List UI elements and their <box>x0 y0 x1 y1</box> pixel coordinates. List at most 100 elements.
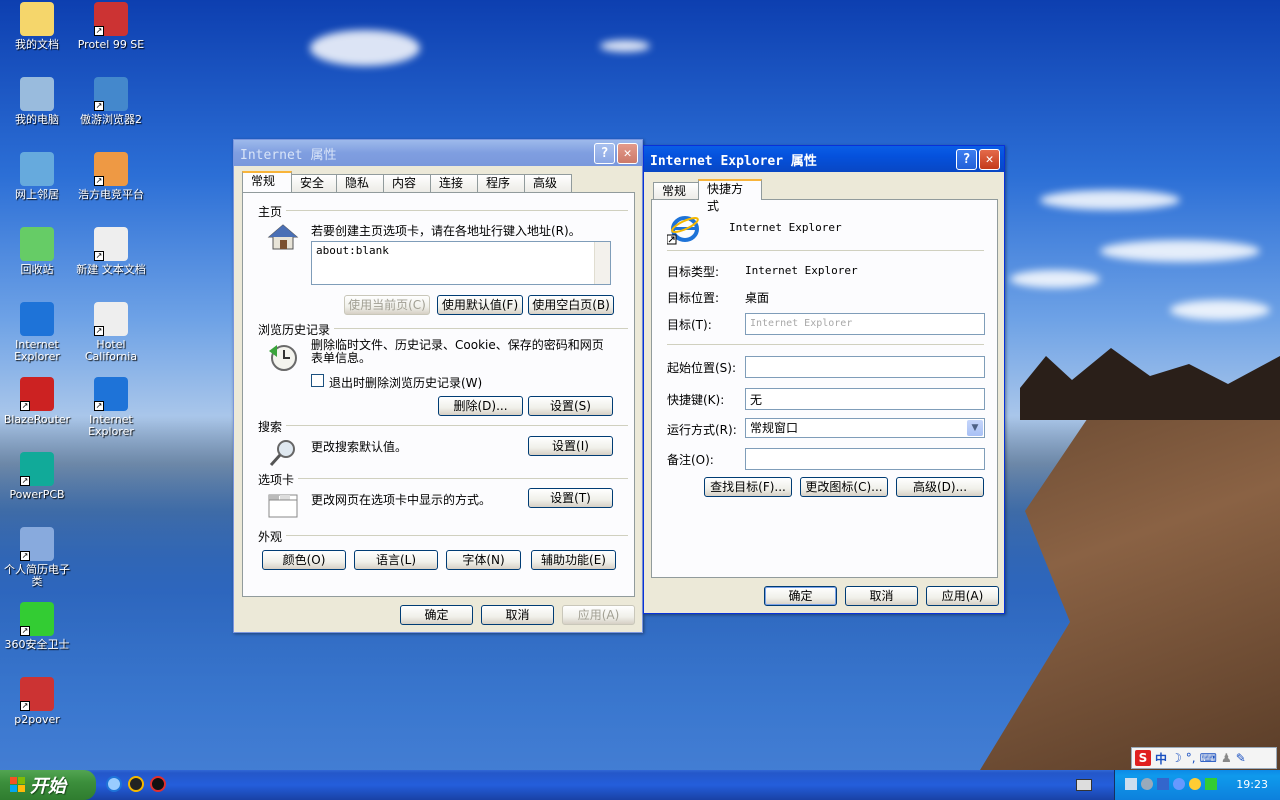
security-shield-icon[interactable] <box>1157 778 1169 790</box>
volume-tray-icon[interactable] <box>1141 778 1153 790</box>
accessibility-button[interactable]: 辅助功能(E) <box>531 550 616 570</box>
internet-options-window[interactable]: Internet 属性 ? ✕ 常规 安全 隐私 内容 连接 程序 高级 主页 … <box>233 139 643 633</box>
my-documents-icon <box>20 2 54 36</box>
desktop-icon-label: PowerPCB <box>9 488 65 501</box>
apply-button[interactable]: 应用(A) <box>926 586 999 606</box>
desktop-icon-label: Hotel California <box>84 338 138 363</box>
desktop-icon[interactable]: Internet Explorer <box>0 302 74 363</box>
qq-icon[interactable] <box>128 776 144 792</box>
delete-on-exit-checkbox[interactable] <box>311 374 324 387</box>
tab-general[interactable]: 常规 <box>653 182 699 200</box>
qq-penguin-icon[interactable] <box>150 776 166 792</box>
history-section-label: 浏览历史记录 <box>258 323 331 337</box>
ie-quicklaunch-icon[interactable] <box>106 776 122 792</box>
homepage-section-label: 主页 <box>258 205 283 219</box>
comment-field[interactable] <box>745 448 985 470</box>
use-current-button[interactable]: 使用当前页(C) <box>344 295 430 315</box>
hotkey-field[interactable]: 无 <box>745 388 985 410</box>
desktop-icon[interactable]: 我的文档 <box>0 2 74 51</box>
ime-toolbar[interactable]: S 中 ☽ °, ⌨ ♟ ✎ <box>1131 747 1277 769</box>
shortcut-arrow-icon: ↗ <box>20 551 30 561</box>
desktop-icon[interactable]: 回收站 <box>0 227 74 276</box>
desktop-icon-label: 我的电脑 <box>15 113 59 126</box>
tab-security[interactable]: 安全 <box>291 174 337 192</box>
cancel-button[interactable]: 取消 <box>845 586 918 606</box>
ie-shortcut-icon: ↗ <box>94 377 128 411</box>
desktop-icon-label: Protel 99 SE <box>77 38 145 51</box>
tabs-settings-button[interactable]: 设置(T) <box>528 488 613 508</box>
tab-advanced[interactable]: 高级 <box>524 174 572 192</box>
find-target-button[interactable]: 查找目标(F)... <box>704 477 792 497</box>
close-button[interactable]: ✕ <box>617 142 638 164</box>
apply-button[interactable]: 应用(A) <box>562 605 635 625</box>
run-select[interactable]: 常规窗口 ▼ <box>745 418 985 438</box>
keyboard-icon[interactable]: ⌨ <box>1200 751 1217 765</box>
keyboard-tray-icon[interactable] <box>1076 779 1092 791</box>
desktop-icon[interactable]: ↗ p2pover <box>0 677 74 726</box>
user-icon[interactable]: ♟ <box>1221 751 1232 765</box>
360-tray-icon[interactable] <box>1205 778 1217 790</box>
ok-button[interactable]: 确定 <box>764 586 837 606</box>
desktop-icon-label: 新建 文本文档 <box>76 263 146 276</box>
desktop-icon[interactable]: ↗ 新建 文本文档 <box>74 227 148 276</box>
shortcut-arrow-icon: ↗ <box>20 701 30 711</box>
languages-button[interactable]: 语言(L) <box>354 550 438 570</box>
use-default-button[interactable]: 使用默认值(F) <box>437 295 523 315</box>
qq-tray-icon[interactable] <box>1189 778 1201 790</box>
maxthon-icon: ↗ <box>94 77 128 111</box>
ie-tray-icon[interactable] <box>1173 778 1185 790</box>
ok-button[interactable]: 确定 <box>400 605 473 625</box>
network-tray-icon[interactable] <box>1125 778 1137 790</box>
desktop-icon[interactable]: ↗ Protel 99 SE <box>74 2 148 51</box>
shortcut-properties-titlebar[interactable]: Internet Explorer 属性 ? ✕ <box>644 146 1004 172</box>
ie-icon <box>666 213 699 245</box>
start-in-field[interactable] <box>745 356 985 378</box>
haofang-icon: ↗ <box>94 152 128 186</box>
colors-button[interactable]: 颜色(O) <box>262 550 346 570</box>
tab-connections[interactable]: 连接 <box>430 174 478 192</box>
desktop-icon[interactable]: 我的电脑 <box>0 77 74 126</box>
desktop-icon[interactable]: 网上邻居 <box>0 152 74 201</box>
desktop-icon[interactable]: ↗ 浩方电竞平台 <box>74 152 148 201</box>
desktop-icon[interactable]: ↗ PowerPCB <box>0 452 74 501</box>
delete-on-exit-label[interactable]: 退出时删除浏览历史记录(W) <box>329 374 482 391</box>
delete-history-button[interactable]: 删除(D)... <box>438 396 523 416</box>
tab-privacy[interactable]: 隐私 <box>336 174 384 192</box>
change-icon-button[interactable]: 更改图标(C)... <box>800 477 888 497</box>
chevron-down-icon[interactable]: ▼ <box>967 420 983 436</box>
target-field[interactable]: Internet Explorer <box>745 313 985 335</box>
tab-general[interactable]: 常规 <box>242 171 292 192</box>
homepage-address-textarea[interactable]: about:blank <box>311 241 611 285</box>
text-document-icon: ↗ <box>94 227 128 261</box>
help-button[interactable]: ? <box>956 148 977 170</box>
desktop-icon[interactable]: ↗ Internet Explorer <box>74 377 148 438</box>
shortcut-properties-window[interactable]: Internet Explorer 属性 ? ✕ 常规 快捷方式 Interne… <box>643 145 1005 614</box>
desktop-icon[interactable]: ↗ 个人简历电子类 <box>0 527 74 588</box>
sogou-icon[interactable]: S <box>1135 750 1151 766</box>
history-settings-button[interactable]: 设置(S) <box>528 396 613 416</box>
punctuation-icon[interactable]: °, <box>1186 751 1196 765</box>
tab-content[interactable]: 内容 <box>383 174 431 192</box>
ime-mode[interactable]: 中 <box>1155 750 1167 767</box>
start-button[interactable]: 开始 <box>0 770 96 800</box>
tab-programs[interactable]: 程序 <box>477 174 525 192</box>
clock[interactable]: 19:23 <box>1236 778 1268 791</box>
target-type-label: 目标类型: <box>667 265 720 279</box>
search-magnifier-icon <box>267 437 299 469</box>
internet-options-titlebar[interactable]: Internet 属性 ? ✕ <box>234 140 642 166</box>
half-width-moon-icon[interactable]: ☽ <box>1171 751 1182 765</box>
desktop-icon[interactable]: ↗ Hotel California <box>74 302 148 363</box>
cancel-button[interactable]: 取消 <box>481 605 554 625</box>
desktop-icon[interactable]: ↗ 360安全卫士 <box>0 602 74 651</box>
tab-shortcut[interactable]: 快捷方式 <box>698 179 762 213</box>
textarea-scrollbar[interactable] <box>594 242 610 284</box>
desktop-icon[interactable]: ↗ BlazeRouter <box>0 377 74 426</box>
use-blank-button[interactable]: 使用空白页(B) <box>528 295 614 315</box>
desktop-icon[interactable]: ↗ 傲游浏览器2 <box>74 77 148 126</box>
fonts-button[interactable]: 字体(N) <box>446 550 521 570</box>
help-button[interactable]: ? <box>594 142 615 164</box>
close-button[interactable]: ✕ <box>979 148 1000 170</box>
advanced-button[interactable]: 高级(D)... <box>896 477 984 497</box>
wrench-icon[interactable]: ✎ <box>1236 751 1246 765</box>
search-settings-button[interactable]: 设置(I) <box>528 436 613 456</box>
